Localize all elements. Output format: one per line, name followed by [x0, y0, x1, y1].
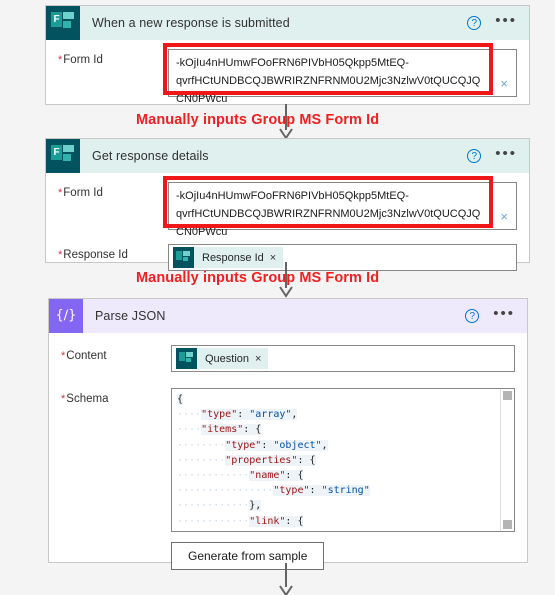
card-body: *Form Id -kOjIu4nHUmwFOoFRN6PIVbH05Qkpp5… — [46, 173, 529, 275]
action-card-trigger[interactable]: F When a new response is submitted ? •••… — [45, 5, 530, 105]
form-id-input[interactable]: -kOjIu4nHUmwFOoFRN6PIVbH05Qkpp5MtEQ- qvr… — [168, 49, 517, 105]
card-header-actions: ? ••• — [465, 306, 527, 323]
card-title: When a new response is submitted — [92, 16, 290, 30]
card-header-actions: ? ••• — [467, 146, 529, 163]
card-title: Parse JSON — [95, 309, 166, 323]
scrollbar-thumb-top[interactable] — [503, 391, 512, 400]
action-card-parse-json[interactable]: {∕} Parse JSON ? ••• *Content Question ×… — [48, 298, 528, 570]
token-label: Response Id — [202, 251, 264, 264]
action-card-get-response-details[interactable]: F Get response details ? ••• *Form Id -k… — [45, 138, 530, 271]
help-icon[interactable]: ? — [467, 16, 482, 30]
close-icon[interactable]: × — [270, 252, 276, 264]
generate-from-sample-button[interactable]: Generate from sample — [171, 542, 325, 570]
form-id-value-line-2: qvrfHCtUNDBCQJBWRIRZNFRNM0U2Mjc3NzlwV0tQ… — [176, 208, 481, 238]
schema-line: ········"type": "object", — [177, 439, 328, 451]
ellipsis-icon[interactable]: ••• — [493, 306, 515, 322]
field-label-schema: *Schema — [61, 393, 109, 405]
schema-line: { — [177, 394, 184, 405]
connector-arrow-3 — [279, 563, 293, 595]
field-row-form-id: *Form Id -kOjIu4nHUmwFOoFRN6PIVbH05Qkpp5… — [46, 173, 529, 238]
schema-line: ················"type": "string" — [177, 529, 514, 531]
schema-line: ····"type": "array", — [177, 409, 298, 421]
field-label-response-id: *Response Id — [58, 249, 128, 261]
schema-scrollbar[interactable] — [500, 389, 514, 531]
close-icon[interactable]: × — [255, 353, 261, 365]
dynamic-content-token[interactable]: Question × — [176, 348, 269, 369]
card-header[interactable]: F When a new response is submitted ? ••• — [46, 6, 529, 40]
microsoft-forms-icon: F — [46, 139, 80, 173]
field-control-form-id: -kOjIu4nHUmwFOoFRN6PIVbH05Qkpp5MtEQ- qvr… — [168, 182, 517, 238]
flow-designer-canvas: F When a new response is submitted ? •••… — [0, 0, 555, 595]
required-marker: * — [58, 54, 63, 66]
field-control-content: Question × — [171, 345, 515, 372]
annotation-text-1: Manually inputs Group MS Form Id — [136, 112, 380, 128]
schema-line: ················"type": "string" — [177, 485, 370, 497]
schema-line: ············"name": { — [177, 470, 304, 482]
clear-icon[interactable]: × — [500, 210, 508, 223]
card-header[interactable]: {∕} Parse JSON ? ••• — [49, 299, 527, 333]
required-marker: * — [58, 187, 63, 199]
form-id-value-line-1: -kOjIu4nHUmwFOoFRN6PIVbH05Qkpp5MtEQ- — [176, 190, 409, 202]
dynamic-content-token[interactable]: Response Id × — [173, 247, 284, 268]
schema-line: ····"items": { — [177, 424, 262, 436]
card-body: *Content Question × *Schema {····"type"… — [49, 333, 527, 574]
schema-line: ············}, — [177, 500, 262, 512]
token-label: Question — [205, 352, 250, 365]
help-icon[interactable]: ? — [465, 309, 480, 323]
schema-editor[interactable]: { ····"type": "array", ····"items": { ·····… — [171, 388, 515, 532]
ellipsis-icon[interactable]: ••• — [495, 13, 517, 29]
ellipsis-icon[interactable]: ••• — [495, 146, 517, 162]
parse-json-glyph: {∕} — [55, 308, 77, 323]
parse-json-icon: {∕} — [49, 299, 83, 333]
field-row-content: *Content Question × — [49, 333, 527, 376]
card-header[interactable]: F Get response details ? ••• — [46, 139, 529, 173]
field-control-schema: { ····"type": "array", ····"items": { ·····… — [171, 388, 515, 570]
microsoft-forms-icon — [173, 247, 194, 268]
annotation-text-2: Manually inputs Group MS Form Id — [136, 270, 380, 286]
scrollbar-thumb-bottom[interactable] — [503, 520, 512, 529]
help-icon[interactable]: ? — [467, 149, 482, 163]
field-label-form-id: *Form Id — [58, 187, 103, 199]
field-label-form-id: *Form Id — [58, 54, 103, 66]
schema-code[interactable]: { ····"type": "array", ····"items": { ·····… — [172, 389, 514, 531]
field-control-form-id: -kOjIu4nHUmwFOoFRN6PIVbH05Qkpp5MtEQ- qvr… — [168, 49, 517, 105]
card-header-actions: ? ••• — [467, 13, 529, 30]
microsoft-forms-icon: F — [46, 6, 80, 40]
required-marker: * — [61, 350, 66, 362]
field-control-response-id: Response Id × — [168, 244, 517, 271]
card-body: *Form Id -kOjIu4nHUmwFOoFRN6PIVbH05Qkpp5… — [46, 40, 529, 105]
field-label-content: *Content — [61, 350, 107, 362]
clear-icon[interactable]: × — [500, 77, 508, 90]
required-marker: * — [61, 393, 66, 405]
schema-line: ············"link": { — [177, 515, 304, 527]
required-marker: * — [58, 249, 63, 261]
form-id-value-line-2: qvrfHCtUNDBCQJBWRIRZNFRNM0U2Mjc3NzlwV0tQ… — [176, 75, 481, 105]
form-id-input[interactable]: -kOjIu4nHUmwFOoFRN6PIVbH05Qkpp5MtEQ- qvr… — [168, 182, 517, 238]
field-row-schema: *Schema { ····"type": "array", ····"items"… — [49, 376, 527, 574]
microsoft-forms-icon — [176, 348, 197, 369]
content-input[interactable]: Question × — [171, 345, 515, 372]
card-title: Get response details — [92, 149, 209, 163]
schema-line: ········"properties": { — [177, 454, 316, 466]
field-row-form-id: *Form Id -kOjIu4nHUmwFOoFRN6PIVbH05Qkpp5… — [46, 40, 529, 105]
form-id-value-line-1: -kOjIu4nHUmwFOoFRN6PIVbH05Qkpp5MtEQ- — [176, 57, 409, 69]
response-id-input[interactable]: Response Id × — [168, 244, 517, 271]
